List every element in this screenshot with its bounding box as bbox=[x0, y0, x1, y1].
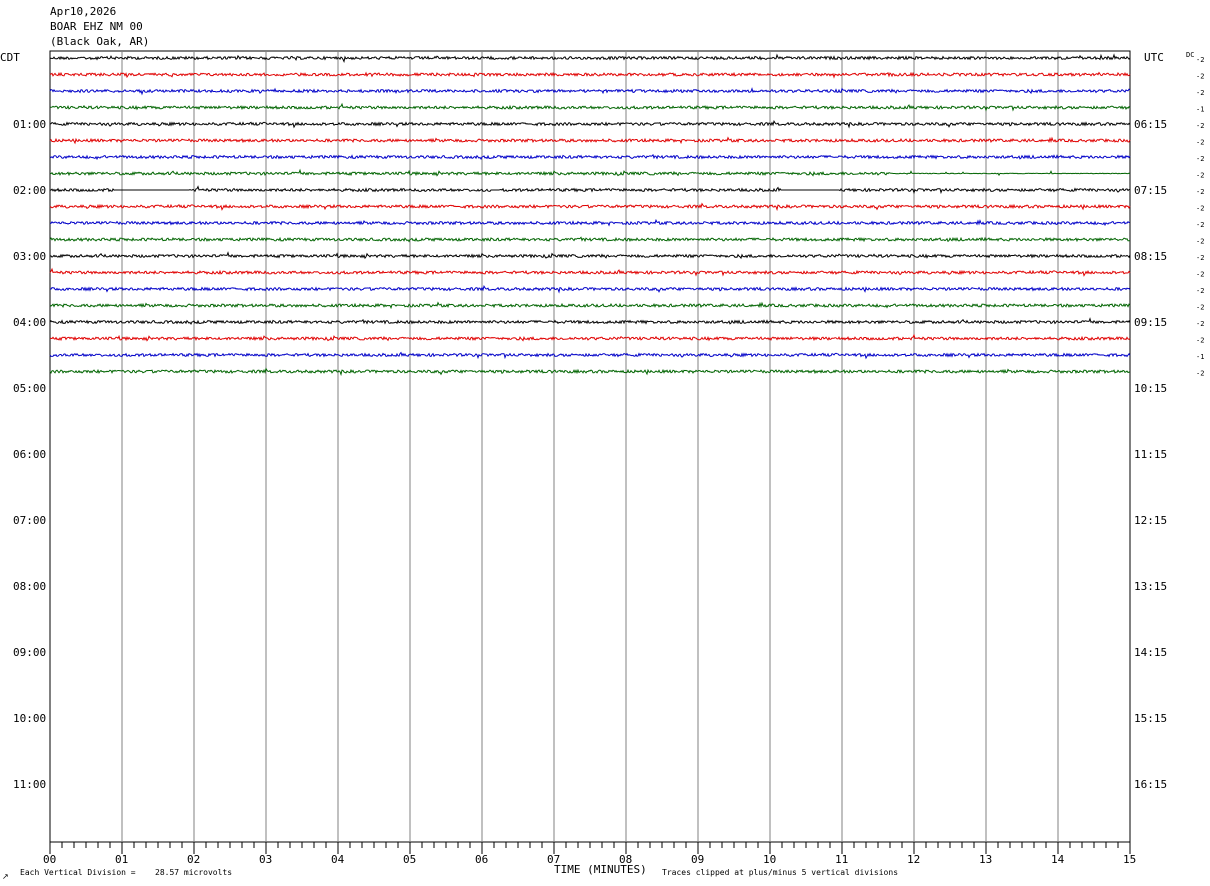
utc-hour-label: 07:15 bbox=[1134, 184, 1167, 197]
dc-offset-label: -2 bbox=[1196, 221, 1204, 229]
x-tick-label: 00 bbox=[43, 853, 56, 866]
seismic-trace bbox=[49, 218, 1131, 227]
dc-offset-label: -2 bbox=[1196, 188, 1204, 196]
seismic-trace bbox=[49, 267, 1131, 277]
clip-note: Traces clipped at plus/minus 5 vertical … bbox=[662, 868, 898, 877]
x-tick-label: 11 bbox=[835, 853, 848, 866]
cdt-hour-label: 11:00 bbox=[13, 778, 46, 791]
cdt-hour-label: 10:00 bbox=[13, 712, 46, 725]
seismic-trace bbox=[49, 301, 1131, 310]
seismic-trace bbox=[49, 251, 1131, 260]
cdt-hour-label: 02:00 bbox=[13, 184, 46, 197]
utc-hour-label: 14:15 bbox=[1134, 646, 1167, 659]
dc-offset-label: -2 bbox=[1196, 122, 1204, 130]
dc-label: DC bbox=[1186, 51, 1194, 59]
seismic-trace bbox=[49, 102, 1131, 112]
seismic-trace bbox=[49, 153, 1131, 161]
corner-mark: ↗ bbox=[2, 872, 9, 881]
utc-hour-label: 10:15 bbox=[1134, 382, 1167, 395]
seismic-trace bbox=[49, 119, 1131, 129]
seismic-trace bbox=[49, 317, 1131, 326]
right-axis-label: UTC bbox=[1144, 51, 1164, 64]
dc-offset-label: -2 bbox=[1196, 73, 1204, 81]
x-tick-label: 04 bbox=[331, 853, 345, 866]
cdt-hour-label: 05:00 bbox=[13, 382, 46, 395]
dc-offset-label: -2 bbox=[1196, 337, 1204, 345]
seismic-trace bbox=[49, 202, 1131, 212]
seismic-trace bbox=[49, 136, 1131, 145]
x-tick-label: 14 bbox=[1051, 853, 1065, 866]
dc-offset-label: -2 bbox=[1196, 56, 1204, 64]
seismic-trace bbox=[49, 71, 1131, 79]
seismic-trace bbox=[49, 284, 1131, 294]
dc-offset-label: -1 bbox=[1196, 106, 1204, 114]
left-axis-label: CDT bbox=[0, 51, 20, 64]
dc-offset-label: -2 bbox=[1196, 287, 1204, 295]
utc-hour-label: 15:15 bbox=[1134, 712, 1167, 725]
seismic-trace bbox=[49, 53, 1131, 64]
dc-offset-label: -2 bbox=[1196, 271, 1204, 279]
cdt-hour-label: 01:00 bbox=[13, 118, 46, 131]
dc-offset-label: -2 bbox=[1196, 139, 1204, 147]
utc-hour-label: 16:15 bbox=[1134, 778, 1167, 791]
cdt-hour-label: 09:00 bbox=[13, 646, 46, 659]
x-tick-label: 03 bbox=[259, 853, 272, 866]
cdt-hour-label: 04:00 bbox=[13, 316, 46, 329]
x-tick-label: 12 bbox=[907, 853, 920, 866]
x-tick-label: 13 bbox=[979, 853, 992, 866]
utc-hour-label: 09:15 bbox=[1134, 316, 1167, 329]
dc-offset-label: -2 bbox=[1196, 254, 1204, 262]
dc-offset-label: -2 bbox=[1196, 320, 1204, 328]
cdt-hour-label: 07:00 bbox=[13, 514, 46, 527]
seismic-trace bbox=[49, 367, 1131, 377]
utc-hour-label: 11:15 bbox=[1134, 448, 1167, 461]
x-tick-label: 06 bbox=[475, 853, 488, 866]
x-tick-label: 10 bbox=[763, 853, 776, 866]
helicorder-plot: CDT UTC DC 00 01 02 03 04 05 06 07 08 09 10 11 12 13 1… bbox=[0, 50, 1204, 881]
utc-hour-label: 12:15 bbox=[1134, 514, 1167, 527]
plot-frame bbox=[49, 50, 1131, 843]
cdt-hour-label: 06:00 bbox=[13, 448, 46, 461]
x-axis-title: TIME (MINUTES) bbox=[554, 863, 647, 876]
dc-offset-label: -2 bbox=[1196, 304, 1204, 312]
utc-hour-label: 06:15 bbox=[1134, 118, 1167, 131]
dc-offset-label: -2 bbox=[1196, 172, 1204, 180]
dc-offset-label: -2 bbox=[1196, 370, 1204, 378]
dc-offset-label: -1 bbox=[1196, 353, 1204, 361]
utc-hour-label: 13:15 bbox=[1134, 580, 1167, 593]
x-tick-label: 01 bbox=[115, 853, 128, 866]
x-tick-label: 09 bbox=[691, 853, 704, 866]
seismic-trace bbox=[49, 236, 1130, 243]
dc-offset-label: -2 bbox=[1196, 89, 1204, 97]
x-tick-label: 02 bbox=[187, 853, 200, 866]
x-tick-label: 05 bbox=[403, 853, 416, 866]
cdt-hour-label: 08:00 bbox=[13, 580, 46, 593]
seismic-trace bbox=[49, 87, 1131, 96]
x-tick-label: 15 bbox=[1123, 853, 1136, 866]
utc-hour-label: 08:15 bbox=[1134, 250, 1167, 263]
dc-offset-label: -2 bbox=[1196, 155, 1204, 163]
division-value: 28.57 microvolts bbox=[155, 868, 232, 877]
dc-offset-label: -2 bbox=[1196, 205, 1204, 213]
division-label: Each Vertical Division = bbox=[20, 868, 136, 877]
seismic-trace bbox=[49, 333, 1131, 342]
seismic-trace bbox=[49, 168, 1131, 177]
cdt-hour-label: 03:00 bbox=[13, 250, 46, 263]
dc-offset-label: -2 bbox=[1196, 238, 1204, 246]
seismic-trace bbox=[49, 185, 1131, 195]
seismic-trace bbox=[49, 351, 1131, 360]
